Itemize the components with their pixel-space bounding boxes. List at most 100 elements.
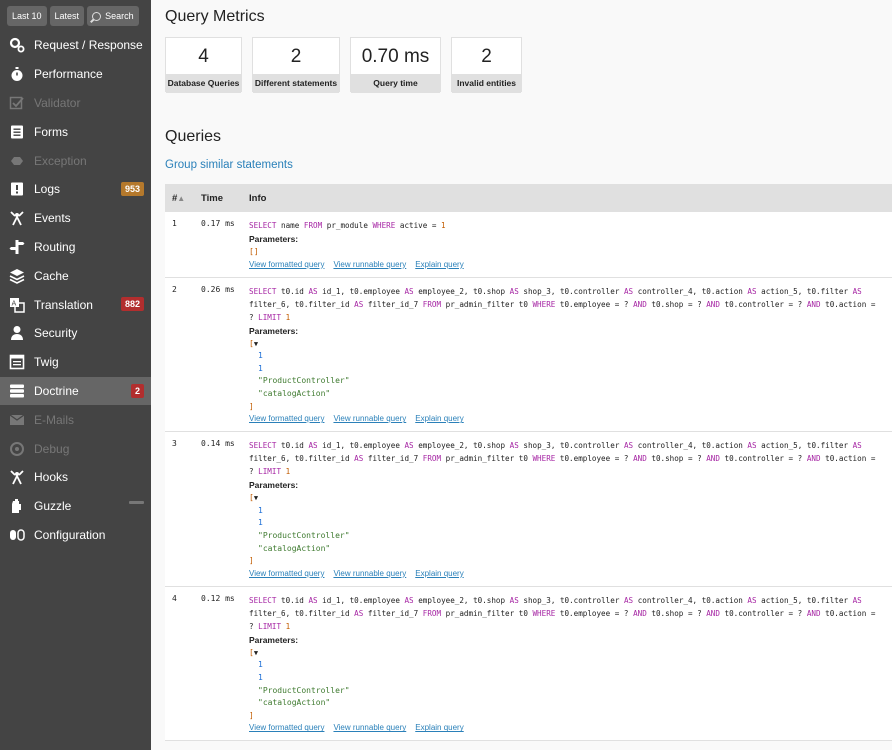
sidebar-item-performance[interactable]: Performance xyxy=(0,60,151,89)
param-value: 1 xyxy=(258,351,263,361)
sidebar-item-cache[interactable]: Cache xyxy=(0,261,151,290)
sidebar-item-request-response[interactable]: Request / Response xyxy=(0,31,151,60)
sidebar-item-translation[interactable]: A Translation 882 xyxy=(0,290,151,319)
metric-label: Invalid entities xyxy=(452,74,521,93)
sidebar-item-events[interactable]: Events xyxy=(0,204,151,233)
debug-icon xyxy=(9,441,25,457)
params-label: Parameters: xyxy=(249,234,299,244)
translation-icon: A xyxy=(9,297,25,313)
collapse-toggle-icon[interactable]: ▼ xyxy=(254,649,258,657)
sql-statement: SELECT t0.id AS id_1, t0.employee AS emp… xyxy=(249,441,880,477)
sidebar-item-label: Performance xyxy=(34,67,103,82)
view-formatted-query-link[interactable]: View formatted query xyxy=(249,569,324,578)
metric-label: Different statements xyxy=(253,74,339,93)
sidebar-item-exception: Exception xyxy=(0,146,151,175)
search-button[interactable]: Search xyxy=(87,6,139,26)
params-empty: [] xyxy=(249,247,259,256)
queries-table: #▲ Time Info 1 0.17 ms SELECT name FROM pr… xyxy=(165,184,892,742)
sidebar-item-label: Security xyxy=(34,326,78,341)
sidebar-item-debug: Debug xyxy=(0,434,151,463)
latest-button[interactable]: Latest xyxy=(49,6,85,26)
view-formatted-query-link[interactable]: View formatted query xyxy=(249,260,324,269)
param-value: 1 xyxy=(258,505,263,515)
metric-card: 4 Database Queries xyxy=(165,37,242,93)
param-value: 1 xyxy=(258,363,263,373)
sidebar-item-label: Validator xyxy=(34,95,81,110)
col-num-header[interactable]: #▲ xyxy=(165,184,193,212)
row-time: 0.14 ms xyxy=(201,439,235,449)
table-row: 1 0.17 ms SELECT name FROM pr_module WHERE… xyxy=(165,212,892,278)
explain-query-link[interactable]: Explain query xyxy=(415,414,463,423)
sidebar: Last 10 Latest Search Request / Response… xyxy=(0,0,151,750)
sidebar-item-forms[interactable]: Forms xyxy=(0,117,151,146)
view-runnable-query-link[interactable]: View runnable query xyxy=(333,569,406,578)
row-time: 0.26 ms xyxy=(201,284,235,294)
query-links: View formatted query View runnable query E… xyxy=(249,569,884,586)
sidebar-item-label: Twig xyxy=(34,355,59,370)
row-num: 2 xyxy=(172,284,177,294)
param-value: "catalogAction" xyxy=(258,543,331,553)
sidebar-item-routing[interactable]: Routing xyxy=(0,233,151,262)
metrics-row: 4 Database Queries 2 Different statements 0.… xyxy=(165,37,522,93)
row-num: 1 xyxy=(172,219,177,228)
count-badge: 882 xyxy=(120,297,144,312)
sidebar-nav: Request / Response Performance Validator Fo… xyxy=(0,31,151,549)
count-badge: 953 xyxy=(120,181,144,196)
exception-icon xyxy=(9,153,25,169)
explain-query-link[interactable]: Explain query xyxy=(415,723,463,732)
col-time-header[interactable]: Time xyxy=(193,184,249,212)
last10-button[interactable]: Last 10 xyxy=(7,6,47,26)
sidebar-item-security[interactable]: Security xyxy=(0,319,151,348)
row-num: 3 xyxy=(172,439,177,449)
sidebar-item-label: Events xyxy=(34,211,71,226)
logs-icon xyxy=(9,181,25,197)
cache-icon xyxy=(9,268,25,284)
sidebar-item-logs[interactable]: Logs 953 xyxy=(0,175,151,204)
sidebar-item-label: Doctrine xyxy=(34,383,79,398)
empty-badge xyxy=(129,500,144,504)
doctrine-icon xyxy=(9,383,25,399)
query-links: View formatted query View runnable query E… xyxy=(249,260,884,277)
sidebar-item-e-mails: E-Mails xyxy=(0,405,151,434)
table-row: 4 0.12 ms SELECT t0.id AS id_1, t0.employe… xyxy=(165,586,892,741)
sidebar-item-hooks[interactable]: Hooks xyxy=(0,463,151,492)
queries-title: Queries xyxy=(165,128,222,145)
sidebar-item-label: Hooks xyxy=(34,470,69,485)
sidebar-item-label: Routing xyxy=(34,239,76,254)
group-similar-link[interactable]: Group similar statements xyxy=(165,159,293,171)
param-value: "ProductController" xyxy=(258,685,350,695)
sidebar-item-configuration[interactable]: Configuration xyxy=(0,521,151,550)
param-value: "ProductController" xyxy=(258,376,350,386)
metric-label: Database Queries xyxy=(166,74,241,93)
row-time: 0.17 ms xyxy=(201,219,235,228)
view-formatted-query-link[interactable]: View formatted query xyxy=(249,723,324,732)
row-info: SELECT name FROM pr_module WHERE active … xyxy=(249,212,892,277)
svg-text:A: A xyxy=(12,299,17,307)
view-runnable-query-link[interactable]: View runnable query xyxy=(333,723,406,732)
explain-query-link[interactable]: Explain query xyxy=(415,260,463,269)
collapse-toggle-icon[interactable]: ▼ xyxy=(254,340,258,348)
sidebar-item-label: Debug xyxy=(34,441,70,456)
view-formatted-query-link[interactable]: View formatted query xyxy=(249,414,324,423)
metric-card: 2 Invalid entities xyxy=(451,37,522,93)
view-runnable-query-link[interactable]: View runnable query xyxy=(333,414,406,423)
query-links: View formatted query View runnable query E… xyxy=(249,414,884,431)
validator-icon xyxy=(9,95,25,111)
sidebar-item-guzzle[interactable]: Guzzle xyxy=(0,492,151,521)
sql-statement: SELECT name FROM pr_module WHERE active … xyxy=(249,221,446,230)
explain-query-link[interactable]: Explain query xyxy=(415,569,463,578)
collapse-toggle-icon[interactable]: ▼ xyxy=(254,494,258,502)
forms-icon xyxy=(9,124,25,140)
search-label: Search xyxy=(105,11,134,21)
sidebar-item-doctrine[interactable]: Doctrine 2 xyxy=(0,376,151,406)
sidebar-item-label: Guzzle xyxy=(34,499,72,514)
sidebar-item-twig[interactable]: Twig xyxy=(0,348,151,377)
events-icon xyxy=(9,210,25,226)
timer-icon xyxy=(9,66,25,82)
query-links: View formatted query View runnable query E… xyxy=(249,723,884,740)
sidebar-item-label: Translation xyxy=(34,297,93,312)
view-runnable-query-link[interactable]: View runnable query xyxy=(333,260,406,269)
sidebar-item-label: Forms xyxy=(34,124,68,139)
sidebar-item-validator: Validator xyxy=(0,89,151,118)
request-icon xyxy=(9,37,25,53)
